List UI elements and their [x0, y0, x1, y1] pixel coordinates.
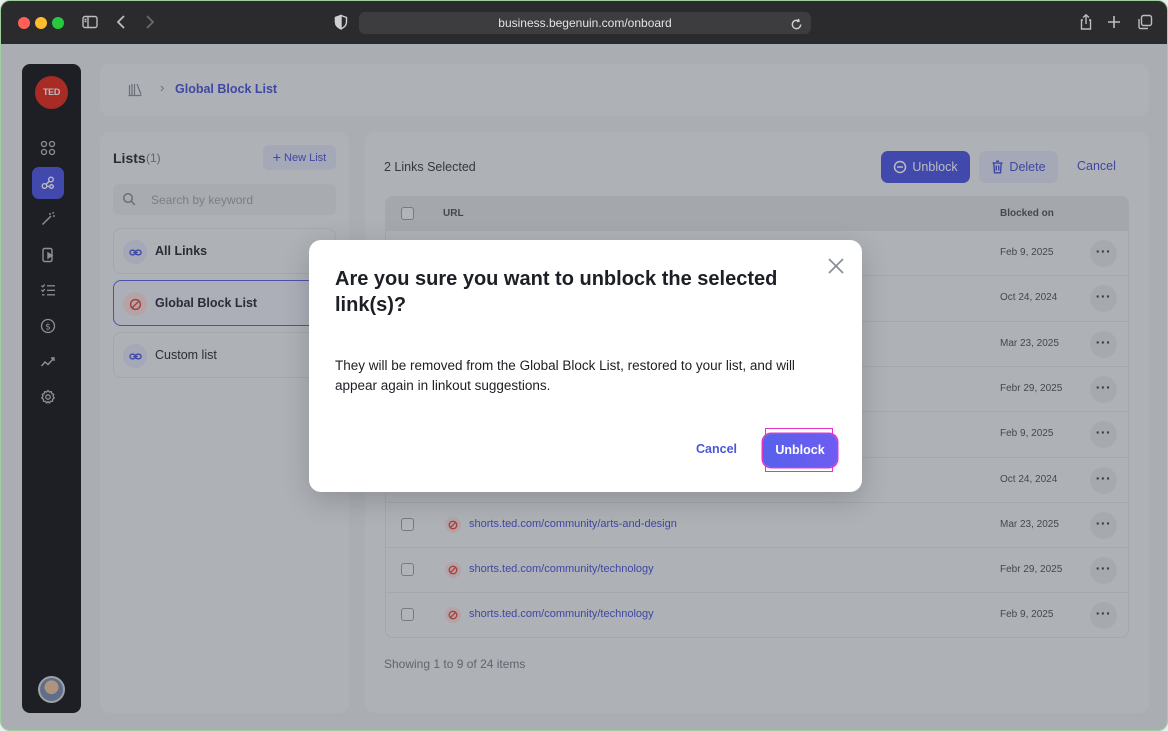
dialog-unblock-button[interactable]: Unblock	[763, 434, 837, 467]
forward-icon[interactable]	[142, 13, 162, 33]
minimize-window-button[interactable]	[35, 17, 47, 29]
dialog-title: Are you sure you want to unblock the sel…	[335, 268, 778, 316]
share-icon[interactable]	[1078, 13, 1098, 33]
zoom-window-button[interactable]	[52, 17, 64, 29]
browser-toolbar: business.begenuin.com/onboard	[1, 1, 1167, 44]
dialog-cancel-button[interactable]: Cancel	[696, 442, 737, 456]
close-window-button[interactable]	[18, 17, 30, 29]
back-icon[interactable]	[114, 13, 134, 33]
sidebar-toggle-icon[interactable]	[81, 13, 101, 33]
dialog-message: They will be removed from the Global Blo…	[335, 358, 795, 393]
privacy-shield-icon[interactable]	[334, 14, 348, 30]
reload-icon[interactable]	[789, 16, 803, 30]
browser-window: business.begenuin.com/onboard TED $ › Gl…	[0, 0, 1168, 731]
address-text: business.begenuin.com/onboard	[498, 16, 672, 30]
close-icon[interactable]	[826, 256, 846, 276]
new-tab-icon[interactable]	[1106, 13, 1126, 33]
address-bar[interactable]: business.begenuin.com/onboard	[359, 12, 811, 34]
unblock-confirmation-dialog: Are you sure you want to unblock the sel…	[309, 240, 862, 492]
tab-overview-icon[interactable]	[1136, 13, 1156, 33]
